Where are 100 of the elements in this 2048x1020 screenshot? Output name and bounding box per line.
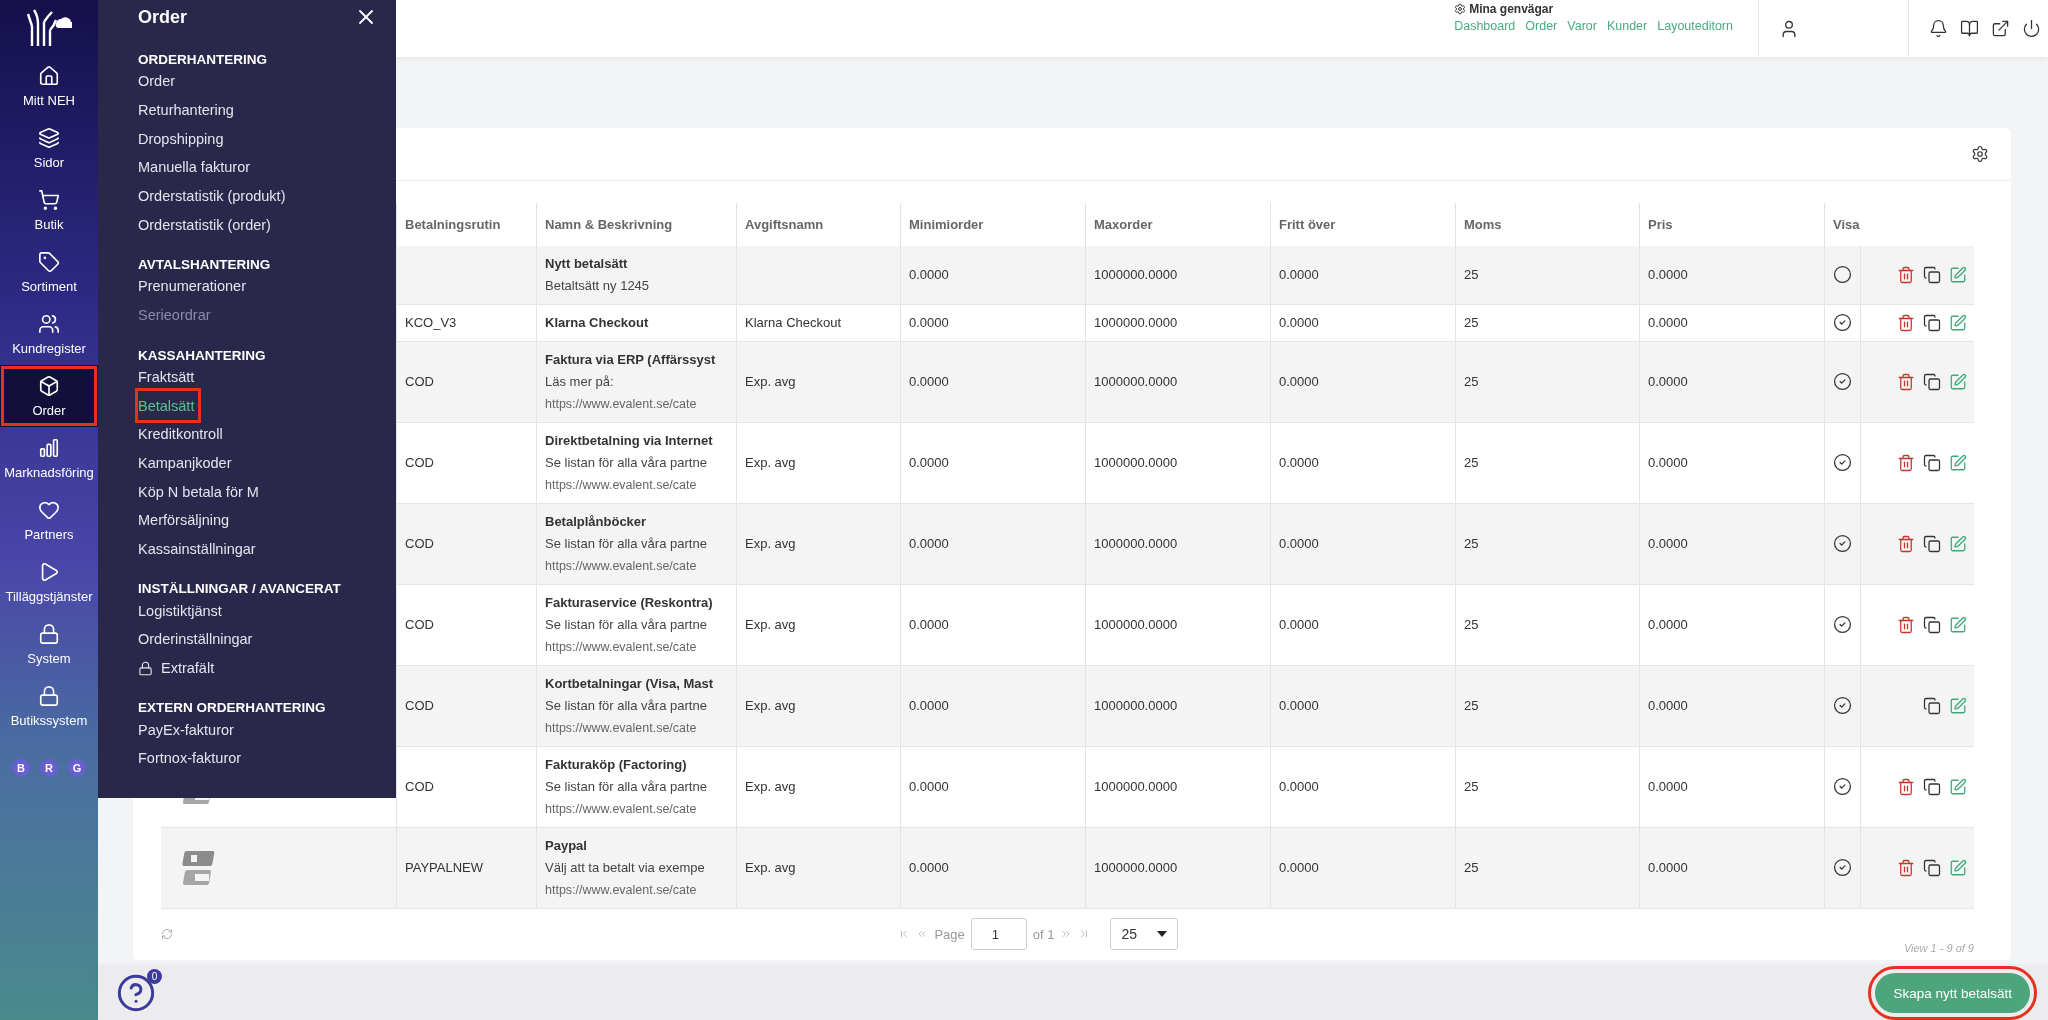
page-size-select[interactable]: 25 xyxy=(1110,918,1179,951)
delete-button[interactable] xyxy=(1897,778,1915,796)
delete-button[interactable] xyxy=(1897,859,1915,877)
menu-item[interactable]: Orderstatistik (produkt) xyxy=(138,181,290,211)
delete-button[interactable] xyxy=(1897,454,1915,472)
copy-button[interactable] xyxy=(1923,454,1941,472)
menu-item[interactable]: Logistiktjänst xyxy=(138,596,226,625)
method-name: Klarna Checkout xyxy=(545,314,650,332)
column-header: Avgiftsnamn xyxy=(736,203,900,246)
menu-item[interactable]: Kampanjkoder xyxy=(138,448,236,478)
copy-button[interactable] xyxy=(1923,616,1941,634)
menu-item[interactable]: Order xyxy=(138,67,180,96)
edit-button[interactable] xyxy=(1949,266,1967,284)
menu-item[interactable]: Fraktsätt xyxy=(138,362,199,392)
copy-button[interactable] xyxy=(1923,697,1941,715)
bar-chart-icon xyxy=(38,436,60,459)
book-button[interactable] xyxy=(1960,19,1979,38)
check-circle-icon[interactable] xyxy=(1833,696,1852,716)
menu-item[interactable]: Dropshipping xyxy=(138,124,228,154)
menu-item[interactable]: Prenumerationer xyxy=(138,272,250,301)
check-circle-icon[interactable] xyxy=(1833,534,1852,554)
method-description: https://www.evalent.se/cate xyxy=(545,801,698,818)
check-circle-icon[interactable] xyxy=(1833,615,1852,635)
box-icon xyxy=(38,374,60,397)
sidebar-item[interactable]: Tilläggstjänster xyxy=(0,551,98,613)
table-cell: Exp. avg xyxy=(736,504,900,584)
settings-button[interactable] xyxy=(1971,145,1989,163)
method-description: Se listan för alla våra partne xyxy=(545,454,708,472)
delete-button[interactable] xyxy=(1897,535,1915,553)
method-name: Kortbetalningar (Visa, Mast xyxy=(545,675,715,693)
table-cell: 1000000.0000 xyxy=(1085,504,1270,584)
sidebar-item[interactable]: Butikssystem xyxy=(0,675,98,737)
edit-button[interactable] xyxy=(1949,314,1967,332)
menu-item[interactable]: PayEx-fakturor xyxy=(138,715,238,745)
users-icon xyxy=(38,312,60,335)
edit-button[interactable] xyxy=(1949,535,1967,553)
page-count: of 1 xyxy=(1032,927,1055,942)
delete-button[interactable] xyxy=(1897,266,1915,284)
sidebar-item[interactable]: Sidor xyxy=(0,117,98,179)
power-button[interactable] xyxy=(2022,19,2041,38)
menu-item[interactable]: Returhantering xyxy=(138,95,238,125)
avatar-badge[interactable]: B xyxy=(12,759,30,777)
sidebar-item[interactable]: Sortiment xyxy=(0,241,98,303)
column-header: Pris xyxy=(1639,203,1824,246)
sidebar-item[interactable]: Butik xyxy=(0,179,98,241)
column-header: Maxorder xyxy=(1085,203,1270,246)
edit-button[interactable] xyxy=(1949,778,1967,796)
external-link-button[interactable] xyxy=(1991,19,2010,38)
sidebar-label: Butik xyxy=(34,216,64,232)
sidebar-item[interactable]: System xyxy=(0,613,98,675)
menu-item[interactable]: Merförsäljning xyxy=(138,505,234,535)
menu-item[interactable]: Orderinställningar xyxy=(138,625,257,654)
edit-button[interactable] xyxy=(1949,859,1967,877)
menu-item[interactable]: Köp N betala för M xyxy=(138,477,263,506)
copy-button[interactable] xyxy=(1923,859,1941,877)
check-circle-icon[interactable] xyxy=(1833,313,1852,333)
help-button[interactable] xyxy=(116,973,156,1013)
delete-button[interactable] xyxy=(1897,314,1915,332)
table-cell: 0.0000 xyxy=(1639,666,1824,746)
menu-item[interactable]: Manuella fakturor xyxy=(138,153,255,182)
table-cell: 0.0000 xyxy=(1639,423,1824,503)
edit-button[interactable] xyxy=(1949,697,1967,715)
circle-icon[interactable] xyxy=(1833,265,1852,285)
sidebar-item[interactable]: Partners xyxy=(0,489,98,551)
table-cell: 0.0000 xyxy=(1270,342,1455,422)
copy-button[interactable] xyxy=(1923,266,1941,284)
table-cell: 0.0000 xyxy=(1270,305,1455,341)
menu-item[interactable]: Kreditkontroll xyxy=(138,419,227,449)
check-circle-icon[interactable] xyxy=(1833,372,1852,392)
copy-button[interactable] xyxy=(1923,314,1941,332)
copy-button[interactable] xyxy=(1923,373,1941,391)
menu-item[interactable]: Fortnox-fakturor xyxy=(138,744,246,773)
lock-icon xyxy=(138,660,153,676)
menu-section-title: ORDERHANTERING xyxy=(138,51,268,67)
copy-button[interactable] xyxy=(1923,535,1941,553)
table-cell: 0.0000 xyxy=(1639,828,1824,908)
menu-item[interactable]: Orderstatistik (order) xyxy=(138,210,275,240)
notifications-button[interactable] xyxy=(1929,19,1948,38)
delete-button[interactable] xyxy=(1897,373,1915,391)
delete-button[interactable] xyxy=(1897,616,1915,634)
avatar-badge[interactable]: R xyxy=(40,759,58,777)
edit-button[interactable] xyxy=(1949,454,1967,472)
edit-button[interactable] xyxy=(1949,616,1967,634)
menu-item[interactable]: Extrafält xyxy=(138,653,219,683)
avatar-badge[interactable]: G xyxy=(68,759,86,777)
sidebar-item[interactable]: Marknadsföring xyxy=(0,427,98,489)
sidebar-label: Butikssystem xyxy=(10,712,88,728)
sidebar-item[interactable]: Mitt NEH xyxy=(0,55,98,117)
check-circle-icon[interactable] xyxy=(1833,777,1852,797)
menu-item[interactable]: Betalsätt xyxy=(138,391,199,420)
edit-button[interactable] xyxy=(1949,373,1967,391)
sidebar-item[interactable]: Kundregister xyxy=(0,303,98,365)
table-cell: PAYPALNEW xyxy=(396,828,536,908)
sidebar-item[interactable]: Order xyxy=(0,365,98,427)
check-circle-icon[interactable] xyxy=(1833,858,1852,878)
table-cell: 25 xyxy=(1455,828,1639,908)
copy-button[interactable] xyxy=(1923,778,1941,796)
menu-item[interactable]: Kassainställningar xyxy=(138,534,260,564)
check-circle-icon[interactable] xyxy=(1833,453,1852,473)
page-input[interactable]: 1 xyxy=(970,918,1027,951)
